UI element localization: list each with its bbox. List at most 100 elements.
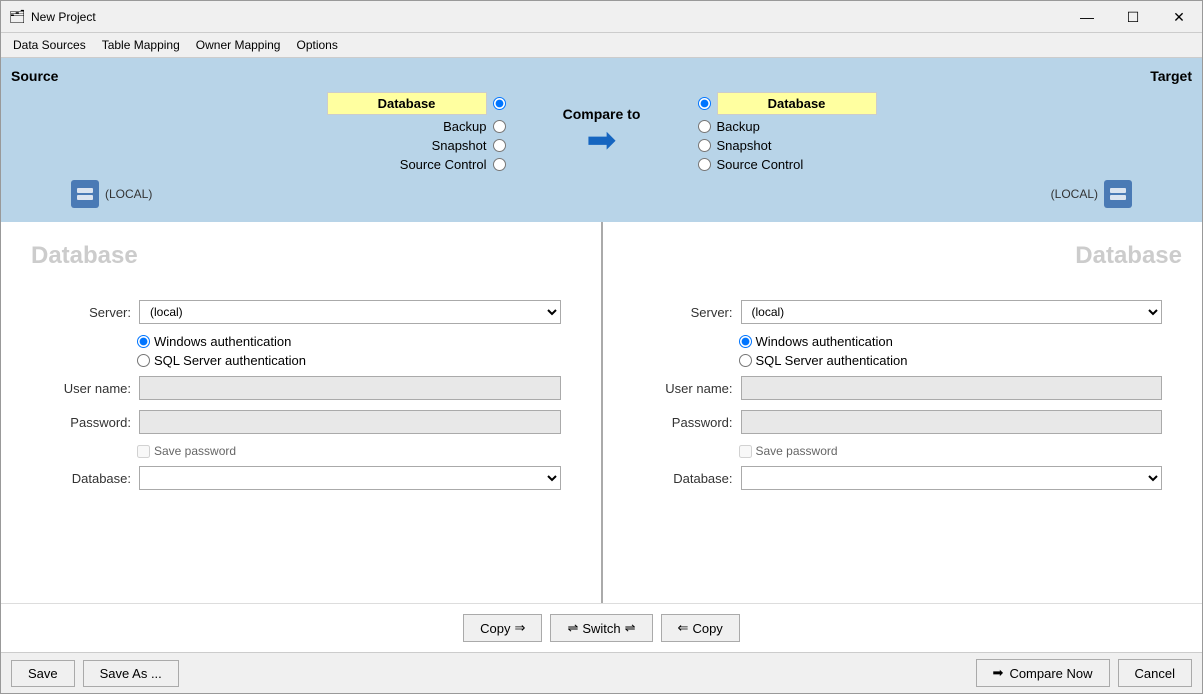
left-save-password-label: Save password xyxy=(154,444,236,458)
right-username-control xyxy=(741,376,1163,400)
right-sourcecontrol-radio[interactable] xyxy=(698,158,711,171)
source-label: Source xyxy=(11,68,91,84)
left-username-input[interactable] xyxy=(139,376,561,400)
left-sql-auth-radio[interactable] xyxy=(137,354,150,367)
copy-right-label: Copy xyxy=(692,621,722,636)
right-sourcecontrol-option: Source Control xyxy=(698,157,804,172)
right-sql-auth-row: SQL Server authentication xyxy=(739,353,1163,368)
left-save-password-row: Save password xyxy=(137,444,561,458)
right-snapshot-radio[interactable] xyxy=(698,139,711,152)
save-button[interactable]: Save xyxy=(11,660,75,687)
close-button[interactable]: ✕ xyxy=(1156,1,1202,33)
left-save-password-checkbox[interactable] xyxy=(137,445,150,458)
source-target-row: Source Target xyxy=(1,68,1202,84)
copy-left-icon: ⇒ xyxy=(515,620,526,636)
right-database-radio[interactable] xyxy=(698,97,711,110)
right-form: Server: (local) Windows authen xyxy=(623,290,1183,510)
left-database-radio[interactable] xyxy=(493,97,506,110)
right-windows-auth-radio[interactable] xyxy=(739,335,752,348)
switch-icon-left: ⇌ xyxy=(567,620,578,636)
main-area: Database Server: (local) xyxy=(1,222,1202,652)
right-server-control: (local) xyxy=(741,300,1163,324)
left-windows-auth-radio[interactable] xyxy=(137,335,150,348)
left-backup-radio[interactable] xyxy=(493,120,506,133)
left-server-name: (LOCAL) xyxy=(105,187,152,201)
footer-right: ➡ Compare Now Cancel xyxy=(976,659,1192,687)
right-backup-radio[interactable] xyxy=(698,120,711,133)
bottom-buttons: Copy ⇒ ⇌ Switch ⇌ ⇐ Copy xyxy=(1,603,1202,652)
left-options: Database Backup Snapshot Source Control xyxy=(11,92,516,172)
right-sql-auth-radio[interactable] xyxy=(739,354,752,367)
db-panels: Database Server: (local) xyxy=(1,222,1202,603)
left-form: Server: (local) Windows authen xyxy=(21,290,581,510)
left-database-row: Database: xyxy=(41,466,561,490)
left-db-panel: Database Server: (local) xyxy=(1,222,603,603)
right-database-select[interactable] xyxy=(741,466,1163,490)
right-database-option: Database xyxy=(698,92,877,115)
left-backup-label: Backup xyxy=(443,119,486,134)
target-label: Target xyxy=(91,68,1192,84)
left-snapshot-option: Snapshot xyxy=(432,138,506,153)
left-database-select[interactable] xyxy=(139,466,561,490)
left-server-control: (local) xyxy=(139,300,561,324)
right-server-row: Server: (local) xyxy=(643,300,1163,324)
compare-to-section: Compare to ➡ xyxy=(522,106,682,158)
left-server-select[interactable]: (local) xyxy=(139,300,561,324)
compare-now-icon: ➡ xyxy=(993,665,1004,681)
right-username-input[interactable] xyxy=(741,376,1163,400)
cancel-button[interactable]: Cancel xyxy=(1118,659,1192,687)
app-icon: 🗂 xyxy=(9,9,25,25)
right-backup-label: Backup xyxy=(717,119,760,134)
copy-left-button[interactable]: Copy ⇒ xyxy=(463,614,542,642)
left-sql-auth-label: SQL Server authentication xyxy=(154,353,306,368)
minimize-button[interactable]: — xyxy=(1064,1,1110,33)
menu-table-mapping[interactable]: Table Mapping xyxy=(94,35,188,55)
right-save-password-label: Save password xyxy=(756,444,838,458)
compare-now-label: Compare Now xyxy=(1009,666,1092,681)
right-snapshot-option: Snapshot xyxy=(698,138,772,153)
right-save-password-checkbox[interactable] xyxy=(739,445,752,458)
right-options: Database Backup Snapshot Source Control xyxy=(688,92,1193,172)
left-username-row: User name: xyxy=(41,376,561,400)
right-server-name: (LOCAL) xyxy=(1051,187,1098,201)
left-backup-option: Backup xyxy=(443,119,505,134)
right-snapshot-label: Snapshot xyxy=(717,138,772,153)
right-username-row: User name: xyxy=(643,376,1163,400)
left-password-label: Password: xyxy=(41,415,131,430)
right-server-select[interactable]: (local) xyxy=(741,300,1163,324)
top-panel: Source Target Database Backup Snap xyxy=(1,58,1202,222)
menu-owner-mapping[interactable]: Owner Mapping xyxy=(188,35,289,55)
right-sourcecontrol-label: Source Control xyxy=(717,157,804,172)
compare-now-button[interactable]: ➡ Compare Now xyxy=(976,659,1110,687)
left-sql-auth-row: SQL Server authentication xyxy=(137,353,561,368)
copy-right-button[interactable]: ⇐ Copy xyxy=(661,614,740,642)
window-title: New Project xyxy=(31,10,1194,24)
right-password-label: Password: xyxy=(643,415,733,430)
left-auth-group: Windows authentication SQL Server authen… xyxy=(137,334,561,368)
right-server-icon xyxy=(1104,180,1132,208)
left-snapshot-radio[interactable] xyxy=(493,139,506,152)
server-right: (LOCAL) xyxy=(778,180,1192,208)
menu-data-sources[interactable]: Data Sources xyxy=(5,35,94,55)
left-password-input[interactable] xyxy=(139,410,561,434)
server-left: (LOCAL) xyxy=(11,180,425,208)
left-sourcecontrol-radio[interactable] xyxy=(493,158,506,171)
left-panel-title: Database xyxy=(21,232,581,270)
switch-button[interactable]: ⇌ Switch ⇌ xyxy=(550,614,652,642)
right-database-control xyxy=(741,466,1163,490)
maximize-button[interactable]: ☐ xyxy=(1110,1,1156,33)
right-windows-auth-label: Windows authentication xyxy=(756,334,893,349)
menu-options[interactable]: Options xyxy=(288,35,345,55)
right-password-input[interactable] xyxy=(741,410,1163,434)
left-username-control xyxy=(139,376,561,400)
right-panel-title: Database xyxy=(623,232,1183,270)
left-snapshot-label: Snapshot xyxy=(432,138,487,153)
right-database-label: Database xyxy=(717,92,877,115)
left-database-control xyxy=(139,466,561,490)
right-windows-auth-row: Windows authentication xyxy=(739,334,1163,349)
left-database-label: Database xyxy=(327,92,487,115)
left-windows-auth-label: Windows authentication xyxy=(154,334,291,349)
save-as-button[interactable]: Save As ... xyxy=(83,660,179,687)
arrow-right-icon: ➡ xyxy=(586,122,616,158)
switch-label: Switch xyxy=(582,621,620,636)
